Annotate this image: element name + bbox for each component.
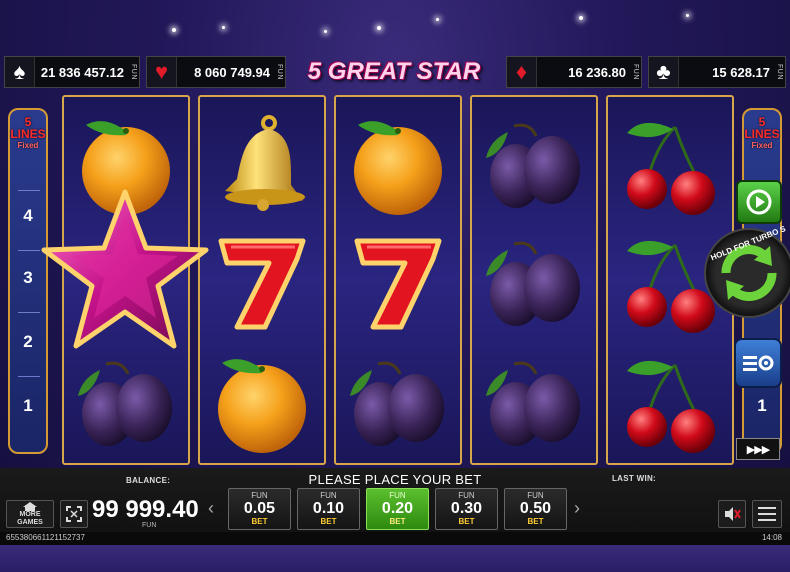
lines-label: LINES [744,127,780,141]
reel-4 [470,95,598,465]
jackpot-diamonds: ♦ 16 236.80 FUN [506,56,642,88]
bet-currency: FUN [458,491,475,500]
bell-icon [200,103,324,225]
seven-icon [200,221,324,343]
bet-button-0-20[interactable]: FUN 0.20 BET [366,488,429,530]
jackpot-currency: FUN [276,64,283,80]
cherry-icon [608,103,732,225]
plum-icon [472,341,596,463]
last-win-label: LAST WIN: [612,474,657,483]
clock: 14:08 [761,533,782,542]
jackpot-amount: 8 060 749.94 [194,64,270,80]
spade-icon: ♠ [5,57,35,87]
club-icon: ♣ [649,57,679,87]
bet-value: 0.10 [312,500,345,517]
balance-currency: FUN [142,522,157,529]
game-title: 5 GREAT STAR [307,58,481,85]
fast-forward-button[interactable]: ▶▶▶ [736,438,780,460]
bet-button-0-05[interactable]: FUN 0.05 BET [228,488,291,530]
footer-line: 6553806611211527​37 14:08 [0,532,790,545]
autoplay-icon [746,189,772,215]
bet-label: BET [389,517,406,526]
home-icon [23,501,37,511]
divider [18,312,40,313]
jackpot-currency: FUN [632,64,639,80]
bet-currency: FUN [251,491,268,500]
jackpot-amount: 16 236.80 [568,64,626,80]
bet-label: BET [527,517,544,526]
sound-button[interactable] [718,500,746,528]
more-games-label: MORE GAMES [17,510,43,526]
reel-2 [198,95,326,465]
settings-icon [743,355,774,371]
diamond-icon: ♦ [507,57,537,87]
menu-button[interactable] [752,500,782,528]
reel-3 [334,95,462,465]
lines-header: 5 LINES Fixed [10,116,46,152]
lines-fixed: Fixed [751,141,773,150]
bottom-background [0,545,790,572]
divider [18,250,40,251]
heart-icon: ♥ [147,57,177,87]
balance-value: 99 999.40 [92,496,199,523]
lines-label: LINES [10,127,46,141]
balance-label: BALANCE: [126,476,171,485]
jackpot-clubs: ♣ 15 628.17 FUN [648,56,786,88]
bet-left-arrow[interactable]: ‹ [208,498,214,519]
star-icon [40,186,210,356]
divider [18,190,40,191]
orange-icon [336,103,460,225]
bet-label: BET [458,517,475,526]
bet-value: 0.50 [519,500,552,517]
bet-label: BET [320,517,337,526]
autoplay-button[interactable] [736,180,782,224]
bet-value: 0.30 [450,500,483,517]
fullscreen-button[interactable] [60,500,88,528]
jackpot-hearts: ♥ 8 060 749.94 FUN [146,56,286,88]
mute-icon [725,507,741,521]
bet-currency: FUN [527,491,544,500]
bet-currency: FUN [389,491,406,500]
more-games-button[interactable]: MORE GAMES [6,500,54,528]
cherry-icon [608,341,732,463]
jackpot-amount: 21 836 457.12 [40,64,124,80]
jackpot-amount: 15 628.17 [712,64,770,80]
seven-icon [336,221,460,343]
plum-icon [472,221,596,343]
bet-value: 0.20 [381,500,414,517]
line-number: 1 [23,396,33,415]
lines-fixed: Fixed [17,141,39,150]
bet-button-0-10[interactable]: FUN 0.10 BET [297,488,360,530]
bet-currency: FUN [320,491,337,500]
plum-icon [64,341,188,463]
bet-label: BET [251,517,268,526]
lines-header: 5 LINES Fixed [744,116,780,152]
settings-button[interactable] [734,338,782,388]
game-id: 6553806611211527​37 [6,533,85,542]
bet-value: 0.05 [243,500,276,517]
jackpot-currency: FUN [130,64,137,80]
plum-icon [336,341,460,463]
jackpot-spades: ♠ 21 836 457.12 FUN [4,56,140,88]
status-message: PLEASE PLACE YOUR BET [308,472,482,487]
plum-icon [472,103,596,225]
fullscreen-icon [66,506,82,522]
bet-right-arrow[interactable]: › [574,498,580,519]
orange-icon [200,341,324,463]
jackpot-currency: FUN [776,64,783,80]
hamburger-icon [758,507,776,521]
line-number: 1 [757,396,767,415]
bet-button-0-50[interactable]: FUN 0.50 BET [504,488,567,530]
bet-button-0-30[interactable]: FUN 0.30 BET [435,488,498,530]
divider [18,376,40,377]
